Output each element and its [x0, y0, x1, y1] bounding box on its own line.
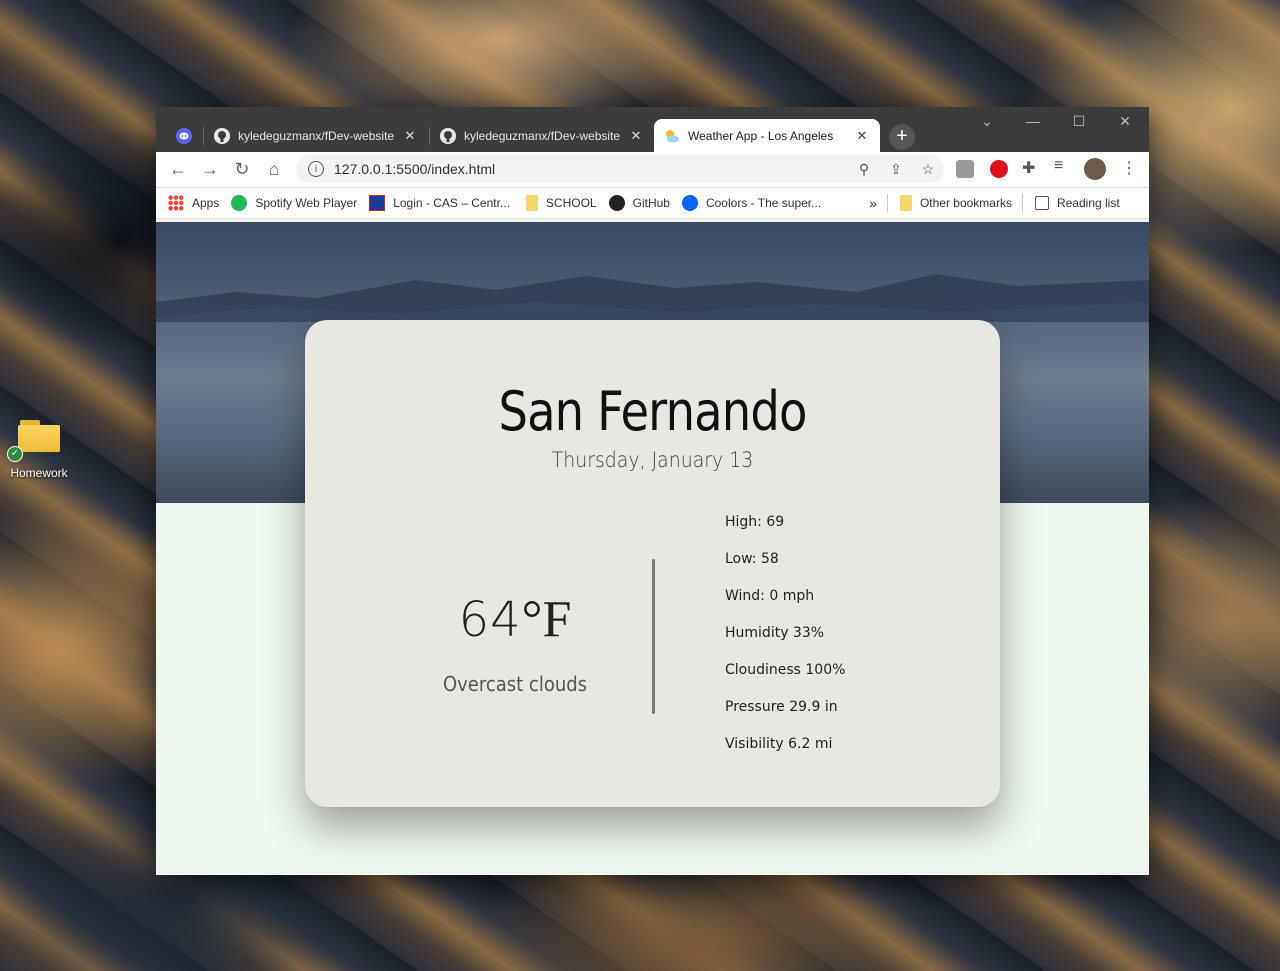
stat-wind: Wind: 0 mph	[725, 588, 815, 604]
close-tab-icon[interactable]: ✕	[628, 128, 644, 144]
reading-list-icon	[1034, 196, 1049, 210]
weather-card: San Fernando Thursday, January 13 64°F O…	[305, 320, 1000, 807]
close-tab-icon[interactable]: ✕	[402, 128, 418, 144]
divider	[652, 559, 655, 714]
reload-button[interactable]: ↻	[226, 154, 258, 186]
tab-title: Weather App - Los Angeles	[688, 128, 834, 143]
reading-list-button[interactable]: Reading list	[1034, 196, 1120, 210]
bookmark-login-cas[interactable]: Login - CAS – Centr...	[369, 195, 510, 211]
stat-visibility: Visibility 6.2 mi	[725, 736, 833, 752]
apps-grid-icon	[168, 195, 184, 211]
temperature-unit: °F	[521, 591, 572, 648]
tab-title: kyledeguzmanx/fDev-website	[464, 128, 621, 143]
sync-check-icon: ✓	[7, 446, 23, 462]
current-date: Thursday, January 13	[551, 448, 754, 472]
tab-github-2[interactable]: kyledeguzmanx/fDev-website ✕	[430, 119, 654, 152]
bookmark-coolors[interactable]: Coolors - The super...	[681, 195, 821, 211]
tab-search-icon[interactable]: ⌄	[964, 107, 1010, 137]
tab-discord[interactable]	[166, 119, 202, 152]
bookmarks-overflow-button[interactable]: »	[869, 195, 877, 211]
new-tab-button[interactable]: +	[889, 124, 915, 150]
bookmark-apps[interactable]: Apps	[168, 195, 219, 211]
tab-weather-app[interactable]: Weather App - Los Angeles ✕	[654, 119, 880, 152]
stat-low: Low: 58	[725, 551, 779, 567]
folder-icon	[899, 195, 912, 211]
menu-kebab-icon[interactable]: ⋮	[1121, 158, 1137, 178]
back-button[interactable]: ←	[162, 154, 194, 186]
github-icon	[214, 127, 230, 144]
site-info-icon[interactable]: i	[308, 161, 324, 177]
home-button[interactable]: ⌂	[258, 154, 290, 186]
close-window-button[interactable]: ✕	[1102, 107, 1148, 137]
coolors-icon	[681, 195, 698, 211]
bookmark-divider	[1021, 194, 1023, 212]
folder-icon	[525, 195, 538, 211]
stat-pressure: Pressure 29.9 in	[725, 699, 838, 715]
tab-title: kyledeguzmanx/fDev-website	[238, 128, 395, 143]
location-pin-icon[interactable]: ⚲	[848, 161, 880, 178]
stat-cloudiness: Cloudiness 100%	[725, 662, 846, 678]
media-control-icon[interactable]: ≡	[1054, 157, 1063, 175]
bookmark-divider	[886, 194, 888, 212]
forward-button[interactable]: →	[194, 154, 226, 186]
cas-icon	[369, 195, 386, 211]
city-name: San Fernando	[498, 380, 807, 443]
bookmark-school-folder[interactable]: SCHOOL	[522, 195, 597, 211]
share-icon[interactable]: ⇪	[880, 161, 912, 178]
avatar[interactable]	[1084, 158, 1106, 180]
adblock-icon[interactable]	[990, 160, 1008, 178]
browser-toolbar: ← → ↻ ⌂ i 127.0.0.1:5500/index.html ⚲ ⇪ …	[156, 152, 1149, 188]
maximize-button[interactable]: ☐	[1056, 107, 1102, 137]
address-url[interactable]: 127.0.0.1:5500/index.html	[334, 161, 848, 177]
github-icon	[440, 127, 456, 144]
temperature-value: 64	[458, 592, 522, 648]
tab-github-1[interactable]: kyledeguzmanx/fDev-website ✕	[204, 119, 428, 152]
address-bar[interactable]: i 127.0.0.1:5500/index.html ⚲ ⇪ ☆	[296, 155, 944, 183]
bookmark-other-folder[interactable]: Other bookmarks	[899, 195, 1012, 211]
bookmarks-bar: Apps Spotify Web Player Login - CAS – Ce…	[156, 188, 1149, 219]
bookmark-spotify[interactable]: Spotify Web Player	[231, 195, 357, 211]
bookmark-github[interactable]: GitHub	[608, 195, 670, 211]
tab-strip: kyledeguzmanx/fDev-website ✕ kyledeguzma…	[156, 107, 1149, 152]
github-icon	[608, 195, 625, 211]
weather-description: Overcast clouds	[442, 672, 588, 696]
spotify-icon	[231, 195, 248, 211]
browser-window: kyledeguzmanx/fDev-website ✕ kyledeguzma…	[156, 107, 1149, 875]
extensions-puzzle-icon[interactable]: ✚	[1022, 158, 1035, 178]
discord-icon	[176, 127, 192, 144]
weather-icon	[664, 128, 680, 144]
extension-icon[interactable]	[956, 160, 974, 178]
temperature: 64°F	[415, 590, 615, 649]
minimize-button[interactable]: —	[1010, 107, 1056, 137]
weather-page: San Fernando Thursday, January 13 64°F O…	[156, 222, 1149, 875]
stat-high: High: 69	[725, 514, 785, 530]
weather-stats: High: 69 Low: 58 Wind: 0 mph Humidity 33…	[725, 512, 845, 771]
stat-humidity: Humidity 33%	[725, 625, 825, 641]
bookmark-star-icon[interactable]: ☆	[912, 161, 944, 178]
desktop-folder-label: Homework	[10, 466, 68, 480]
folder-icon	[18, 420, 60, 452]
close-tab-icon[interactable]: ✕	[854, 128, 870, 144]
